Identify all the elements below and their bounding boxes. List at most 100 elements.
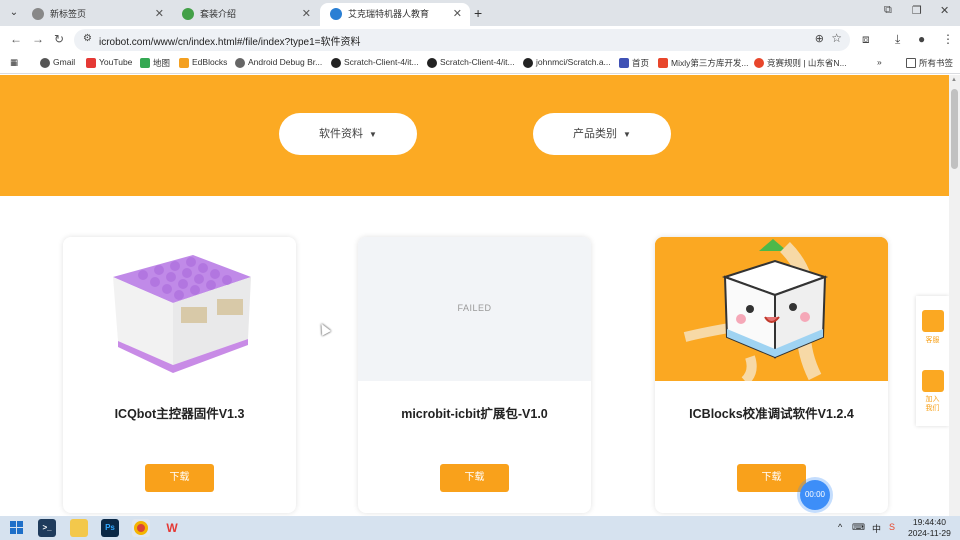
- bookmark-label: 首页: [632, 58, 650, 68]
- bookmark-youtube[interactable]: YouTube: [86, 57, 133, 68]
- github-icon: [523, 58, 533, 68]
- bookmark-star-icon[interactable]: ☆: [831, 31, 842, 45]
- scrollbar-thumb[interactable]: [951, 89, 958, 169]
- download-button[interactable]: 下载: [440, 464, 509, 492]
- bookmark-scratch-2[interactable]: Scratch-Client-4/it...: [427, 57, 515, 68]
- image-failed-text: FAILED: [457, 303, 492, 313]
- more-bookmarks-icon[interactable]: »: [877, 57, 882, 67]
- reload-icon[interactable]: ↻: [54, 32, 64, 46]
- side-label: 客服: [925, 337, 940, 344]
- youtube-icon: [86, 58, 96, 68]
- tab-suite-intro[interactable]: 套装介绍 ✕: [172, 3, 319, 26]
- keyboard-icon[interactable]: ⌨: [852, 522, 865, 533]
- customer-service-button[interactable]: 客服: [916, 310, 949, 345]
- input-method-icon[interactable]: S: [889, 522, 895, 532]
- tab-strip: ⌄ 新标签页 ✕ 套装介绍 ✕ 艾克瑞特机器人教育 ✕ + ⧉ ❐ ✕: [0, 0, 960, 26]
- tray-expand-icon[interactable]: ^: [838, 522, 842, 532]
- site-info-icon[interactable]: ⚙: [83, 33, 92, 44]
- category-filter-dropdown[interactable]: 产品类别 ▼: [533, 113, 671, 155]
- handshake-icon: [921, 370, 944, 392]
- bookmark-johnmci[interactable]: johnmci/Scratch.a...: [523, 57, 611, 68]
- tab-title: 新标签页: [50, 9, 87, 19]
- extensions-icon[interactable]: ⧈: [862, 32, 870, 47]
- bookmark-label: johnmci/Scratch.a...: [536, 57, 611, 67]
- software-filter-dropdown[interactable]: 软件资料 ▼: [279, 113, 417, 155]
- ime-indicator[interactable]: 中: [872, 522, 881, 535]
- edblocks-icon: [179, 58, 189, 68]
- scroll-up-icon[interactable]: ▲: [951, 77, 957, 83]
- product-card[interactable]: ICBlocks校准调试软件V1.2.4 下载: [655, 237, 888, 513]
- windows-taskbar: >_ Ps W ^ ⌨ 中 S 19:44:40 2024-11-29: [0, 516, 960, 540]
- close-window-icon[interactable]: ✕: [940, 4, 949, 17]
- bookmark-label: 地图: [153, 58, 171, 68]
- back-icon[interactable]: ←: [10, 32, 22, 46]
- bookmark-scratch-1[interactable]: Scratch-Client-4/it...: [331, 57, 419, 68]
- download-button[interactable]: 下载: [145, 464, 214, 492]
- card-title: ICQbot主控器固件V1.3: [114, 407, 245, 421]
- maps-icon: [140, 58, 150, 68]
- page-scrollbar[interactable]: ▲: [949, 75, 960, 516]
- bookmarks-bar: ▦ Gmail YouTube 地图 EdBlocks Android Debu…: [0, 54, 960, 74]
- menu-icon[interactable]: ⋮: [942, 32, 954, 46]
- bookmark-home[interactable]: 首页: [619, 57, 649, 69]
- tab-title: 套装介绍: [200, 9, 237, 19]
- github-icon: [427, 58, 437, 68]
- site-favicon-icon: [182, 8, 194, 20]
- globe-icon: [235, 58, 245, 68]
- image-placeholder: FAILED: [358, 237, 591, 381]
- bookmark-label: YouTube: [99, 57, 133, 67]
- csdn-icon: [658, 58, 668, 68]
- dropdown-label: 产品类别: [573, 128, 618, 140]
- all-bookmarks[interactable]: 所有书签: [906, 57, 953, 69]
- address-bar[interactable]: ⚙ icrobot.com/www/cn/index.html#/file/in…: [74, 29, 850, 51]
- close-icon[interactable]: ✕: [453, 3, 462, 25]
- bookmark-maps[interactable]: 地图: [140, 57, 170, 69]
- tab-overview-icon[interactable]: ⧉: [884, 4, 892, 17]
- close-icon[interactable]: ✕: [155, 3, 164, 25]
- profile-icon[interactable]: ●: [918, 32, 925, 46]
- chrome-icon[interactable]: [132, 519, 150, 537]
- card-title: microbit-icbit扩展包-V1.0: [401, 407, 548, 421]
- bookmark-mixly[interactable]: Mixly第三方库开发...: [658, 57, 748, 69]
- product-card[interactable]: FAILED microbit-icbit扩展包-V1.0 下载: [358, 237, 591, 513]
- apps-icon[interactable]: ▦: [10, 57, 18, 68]
- bookmark-label: Gmail: [53, 57, 76, 67]
- bookmark-label: 竞赛规则 | 山东省N...: [767, 58, 847, 68]
- bookmark-edblocks[interactable]: EdBlocks: [179, 57, 227, 68]
- tab-search-icon[interactable]: ⌄: [6, 5, 22, 21]
- bookmark-label: 所有书签: [919, 58, 954, 68]
- windows-start-icon[interactable]: [10, 521, 24, 535]
- download-button[interactable]: 下载: [737, 464, 806, 492]
- new-tab-icon[interactable]: +: [474, 5, 482, 21]
- card-title: ICBlocks校准调试软件V1.2.4: [689, 407, 854, 421]
- bookmark-label: Mixly第三方库开发...: [671, 58, 749, 68]
- close-icon[interactable]: ✕: [302, 3, 311, 25]
- bookmark-label: Android Debug Br...: [248, 57, 323, 67]
- wps-icon[interactable]: W: [163, 519, 181, 537]
- zoom-icon[interactable]: ⊕: [815, 32, 824, 45]
- forward-icon[interactable]: →: [32, 32, 44, 46]
- bookmark-label: Scratch-Client-4/it...: [440, 57, 515, 67]
- system-clock[interactable]: 19:44:40 2024-11-29: [908, 517, 951, 539]
- recording-timer[interactable]: 00:00: [800, 480, 830, 510]
- url-text[interactable]: icrobot.com/www/cn/index.html#/file/inde…: [99, 33, 361, 48]
- side-label: 加入我们: [925, 396, 940, 412]
- site-icon: [754, 58, 764, 68]
- join-us-button[interactable]: 加入我们: [916, 370, 949, 413]
- powershell-icon[interactable]: >_: [38, 519, 56, 537]
- photoshop-icon[interactable]: Ps: [101, 519, 119, 537]
- folder-icon: [906, 58, 916, 68]
- bookmark-gmail[interactable]: Gmail: [40, 57, 76, 68]
- bookmark-android-debug[interactable]: Android Debug Br...: [235, 57, 323, 68]
- github-icon: [331, 58, 341, 68]
- download-icon[interactable]: ⤓: [895, 32, 900, 47]
- file-explorer-icon[interactable]: [70, 519, 88, 537]
- restore-window-icon[interactable]: ❐: [912, 4, 922, 17]
- page-viewport: 软件资料 ▼ 产品类别 ▼ ICQbot主控器固件V1.3 下载 FAILED …: [0, 75, 949, 516]
- customer-service-icon: [921, 310, 944, 332]
- product-card[interactable]: ICQbot主控器固件V1.3 下载: [63, 237, 296, 513]
- tab-icrobot[interactable]: 艾克瑞特机器人教育 ✕: [320, 3, 470, 26]
- tab-title: 艾克瑞特机器人教育: [348, 9, 430, 19]
- bookmark-rules[interactable]: 竞赛规则 | 山东省N...: [754, 57, 847, 69]
- tab-new-tab[interactable]: 新标签页 ✕: [22, 3, 172, 26]
